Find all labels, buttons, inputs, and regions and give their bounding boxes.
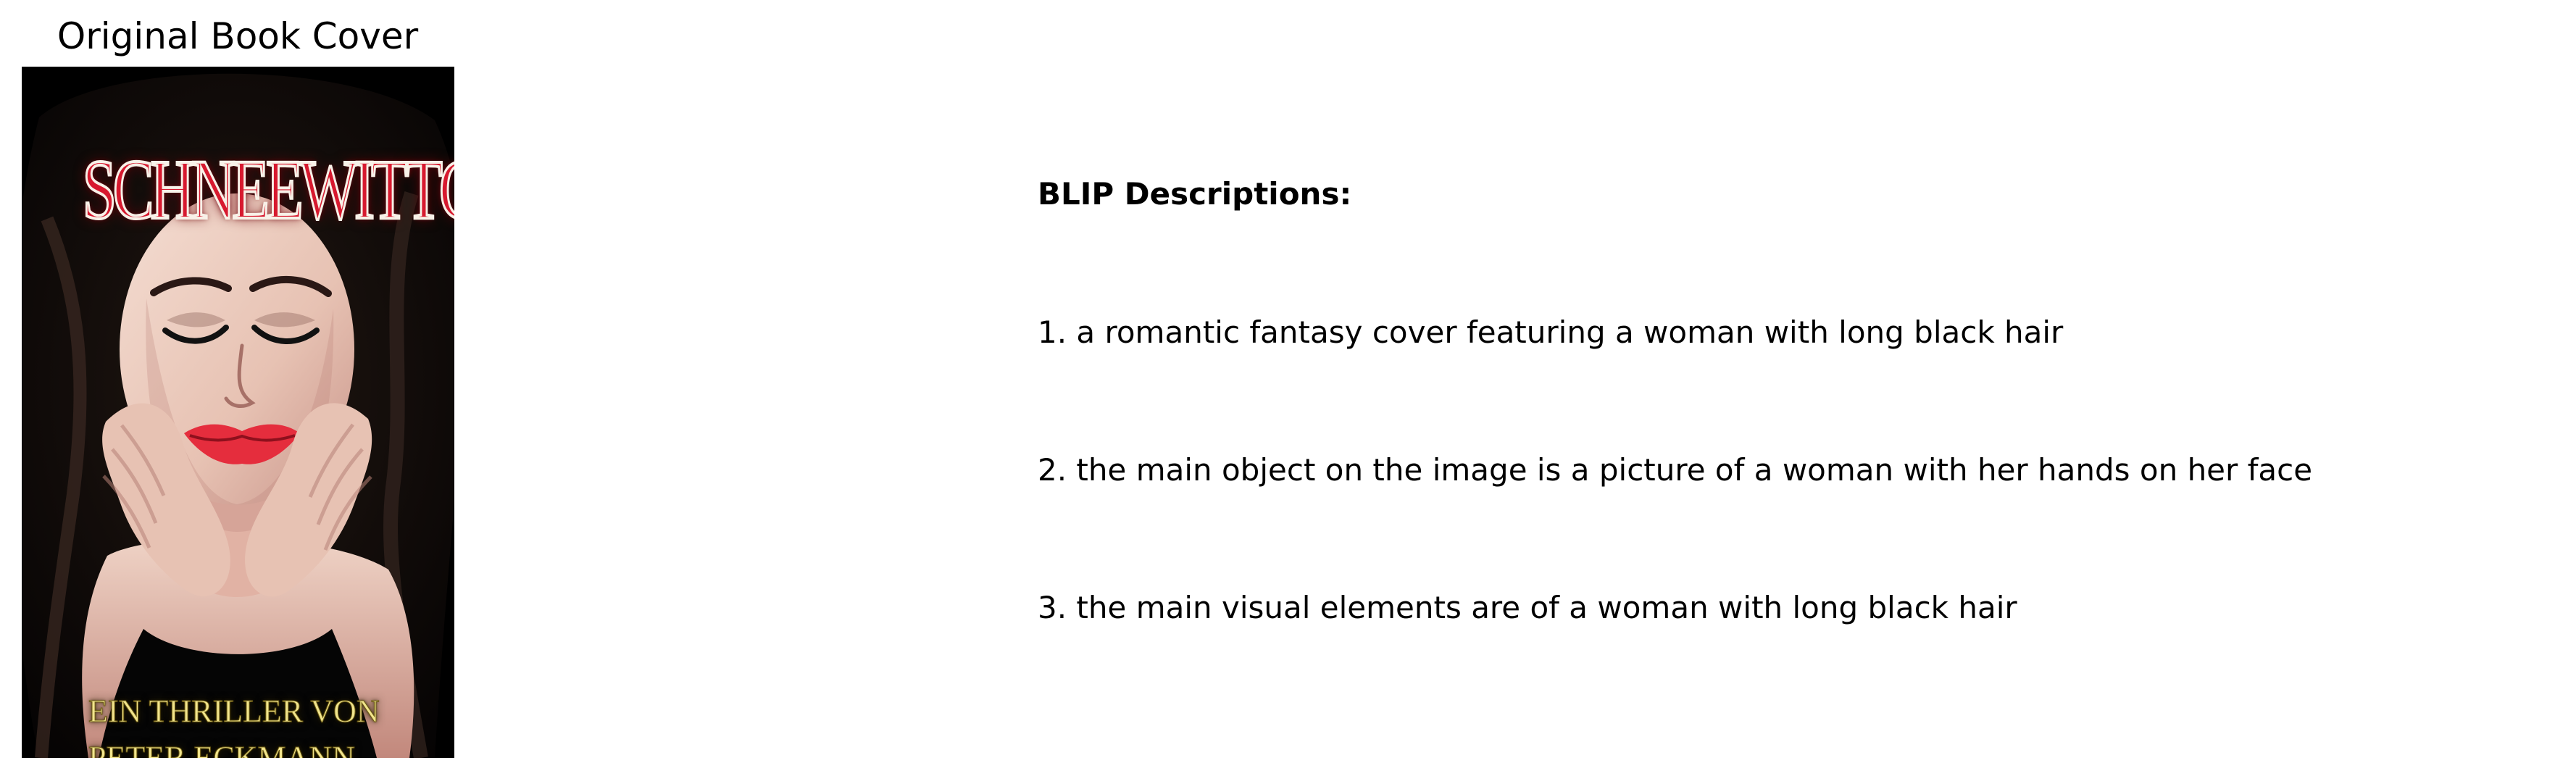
blip-description-2: 2. the main object on the image is a pic… [1038, 452, 2313, 488]
book-cover: SCHNEEWITTCHEN EIN THRILLER VON PETER EC… [22, 67, 454, 758]
cover-panel-title: Original Book Cover [57, 15, 419, 57]
blip-description-1: 1. a romantic fantasy cover featuring a … [1038, 314, 2064, 350]
cover-artwork [22, 67, 454, 758]
blip-description-3: 3. the main visual elements are of a wom… [1038, 590, 2017, 625]
blip-description-panel: BLIP Descriptions: 1. a romantic fantasy… [1038, 174, 2523, 625]
blip-heading: BLIP Descriptions: [1038, 176, 1352, 212]
